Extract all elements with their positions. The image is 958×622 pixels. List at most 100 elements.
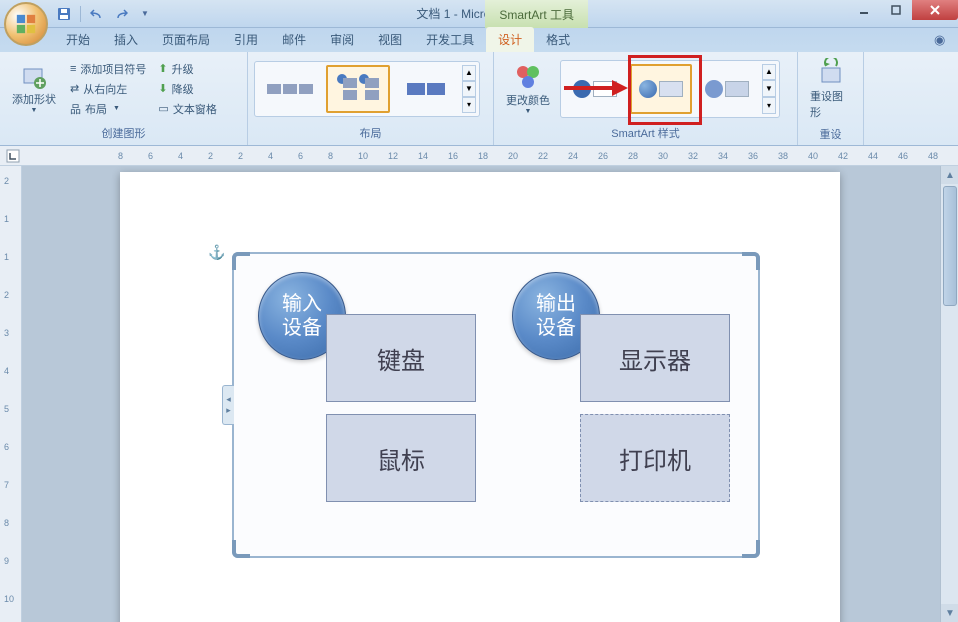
scroll-up-button[interactable]: ▲ xyxy=(941,166,958,184)
ruler-mark: 2 xyxy=(238,151,243,161)
tab-developer[interactable]: 开发工具 xyxy=(414,27,486,52)
sa-box-mouse[interactable]: 鼠标 xyxy=(326,414,476,502)
tab-page-layout[interactable]: 页面布局 xyxy=(150,27,222,52)
close-button[interactable] xyxy=(912,0,958,20)
page[interactable]: ⚓ ◂▸ 输入设备 键盘 鼠标 输出设备 显示器 打印机 xyxy=(120,172,840,622)
help-button[interactable]: ◉ xyxy=(934,32,950,48)
promote-icon: ⬆ xyxy=(158,62,167,75)
reset-graphic-button[interactable]: 重设图形 xyxy=(804,54,857,124)
vruler-mark: 8 xyxy=(4,518,9,528)
demote-icon: ⬇ xyxy=(158,82,167,95)
tab-format[interactable]: 格式 xyxy=(534,27,582,52)
tab-review[interactable]: 审阅 xyxy=(318,27,366,52)
save-button[interactable] xyxy=(54,4,74,24)
demote-button[interactable]: ⬇降级 xyxy=(154,79,220,99)
office-button[interactable] xyxy=(4,2,48,46)
group-reset: 重设图形 重设 xyxy=(798,52,864,145)
frame-corner-tr[interactable] xyxy=(742,252,760,270)
layout-option-1[interactable] xyxy=(258,65,322,113)
group-layouts: ▲ ▼ ▾ 布局 xyxy=(248,52,494,145)
add-bullet-button[interactable]: ≡ 添加项目符号 xyxy=(66,59,150,79)
layout-button[interactable]: 品布局 ▼ xyxy=(66,99,150,119)
frame-corner-br[interactable] xyxy=(742,540,760,558)
ruler-mark: 44 xyxy=(868,151,878,161)
tab-selector-icon[interactable] xyxy=(6,149,20,163)
styles-more[interactable]: ▾ xyxy=(762,97,776,114)
layout-option-3[interactable] xyxy=(394,65,458,113)
tab-mailings[interactable]: 邮件 xyxy=(270,27,318,52)
ruler-mark: 32 xyxy=(688,151,698,161)
scroll-down-button[interactable]: ▼ xyxy=(941,604,958,622)
vertical-scrollbar[interactable]: ▲ ▼ xyxy=(940,166,958,622)
layouts-scroll-down[interactable]: ▼ xyxy=(462,81,476,97)
group-label-create-graphic: 创建图形 xyxy=(6,123,241,143)
tab-design[interactable]: 设计 xyxy=(486,27,534,52)
ruler-mark: 42 xyxy=(838,151,848,161)
styles-scroll-down[interactable]: ▼ xyxy=(762,80,776,97)
layouts-more[interactable]: ▾ xyxy=(462,97,476,113)
change-colors-button[interactable]: 更改颜色 ▼ xyxy=(500,58,556,119)
layout-icon: 品 xyxy=(70,101,81,117)
sa-box-display[interactable]: 显示器 xyxy=(580,314,730,402)
vruler-mark: 5 xyxy=(4,404,9,414)
tab-view[interactable]: 视图 xyxy=(366,27,414,52)
minimize-button[interactable] xyxy=(848,0,880,20)
document-area: 211234567891011 ⚓ ◂▸ 输入设备 键盘 鼠标 输出设备 显示器… xyxy=(0,166,958,622)
ruler-mark: 10 xyxy=(358,151,368,161)
sa-box-keyboard[interactable]: 键盘 xyxy=(326,314,476,402)
tab-references[interactable]: 引用 xyxy=(222,27,270,52)
add-bullet-label: 添加项目符号 xyxy=(80,61,146,77)
bullet-icon: ≡ xyxy=(70,63,76,75)
ruler-mark: 46 xyxy=(898,151,908,161)
smartart-graphic[interactable]: ◂▸ 输入设备 键盘 鼠标 输出设备 显示器 打印机 xyxy=(232,252,760,558)
text-pane-button[interactable]: ▭文本窗格 xyxy=(154,99,220,119)
add-shape-button[interactable]: 添加形状 ▼ xyxy=(6,59,62,118)
style-option-2[interactable] xyxy=(630,64,692,114)
vruler-mark: 1 xyxy=(4,252,9,262)
tab-home[interactable]: 开始 xyxy=(54,27,102,52)
ribbon: 添加形状 ▼ ≡添加项目符号 ⇄从右向左 品布局▼ ⬆升级 ⬇降级 ▭文本窗格 … xyxy=(0,52,958,146)
layout-label: 布局 xyxy=(85,101,107,117)
scroll-thumb[interactable] xyxy=(943,186,957,306)
maximize-button[interactable] xyxy=(880,0,912,20)
contextual-tab-label: SmartArt 工具 xyxy=(485,0,588,28)
layouts-scroll: ▲ ▼ ▾ xyxy=(462,65,476,113)
change-colors-label: 更改颜色 xyxy=(506,92,550,108)
text-pane-icon: ▭ xyxy=(158,102,168,115)
ruler-mark: 30 xyxy=(658,151,668,161)
dropdown-icon: ▼ xyxy=(113,105,120,112)
vruler-mark: 7 xyxy=(4,480,9,490)
dropdown-icon: ▼ xyxy=(141,9,149,18)
layouts-gallery: ▲ ▼ ▾ xyxy=(254,61,480,117)
promote-label: 升级 xyxy=(172,61,194,77)
vruler-mark: 2 xyxy=(4,176,9,186)
vruler-mark: 9 xyxy=(4,556,9,566)
ruler-mark: 16 xyxy=(448,151,458,161)
horizontal-ruler[interactable]: 8642246810121416182022242628303234363840… xyxy=(0,146,958,166)
redo-button[interactable] xyxy=(111,4,131,24)
close-icon xyxy=(929,4,941,16)
ruler-mark: 40 xyxy=(808,151,818,161)
style-option-1[interactable] xyxy=(564,64,626,114)
right-to-left-button[interactable]: ⇄从右向左 xyxy=(66,79,150,99)
styles-scroll-up[interactable]: ▲ xyxy=(762,64,776,81)
save-icon xyxy=(57,7,71,21)
qat-customize[interactable]: ▼ xyxy=(135,4,155,24)
text-pane-toggle[interactable]: ◂▸ xyxy=(222,385,234,425)
layouts-scroll-up[interactable]: ▲ xyxy=(462,65,476,81)
dropdown-icon: ▼ xyxy=(525,108,532,115)
undo-button[interactable] xyxy=(87,4,107,24)
tab-insert[interactable]: 插入 xyxy=(102,27,150,52)
ruler-mark: 8 xyxy=(118,151,123,161)
style-option-3[interactable] xyxy=(696,64,758,114)
promote-button[interactable]: ⬆ 升级 xyxy=(154,59,220,79)
layout-option-2[interactable] xyxy=(326,65,390,113)
sa-box-printer[interactable]: 打印机 xyxy=(580,414,730,502)
ruler-mark: 38 xyxy=(778,151,788,161)
ruler-mark: 8 xyxy=(328,151,333,161)
ruler-mark: 24 xyxy=(568,151,578,161)
frame-corner-bl[interactable] xyxy=(232,540,250,558)
ruler-mark: 34 xyxy=(718,151,728,161)
vertical-ruler[interactable]: 211234567891011 xyxy=(0,166,22,622)
frame-corner-tl[interactable] xyxy=(232,252,250,270)
